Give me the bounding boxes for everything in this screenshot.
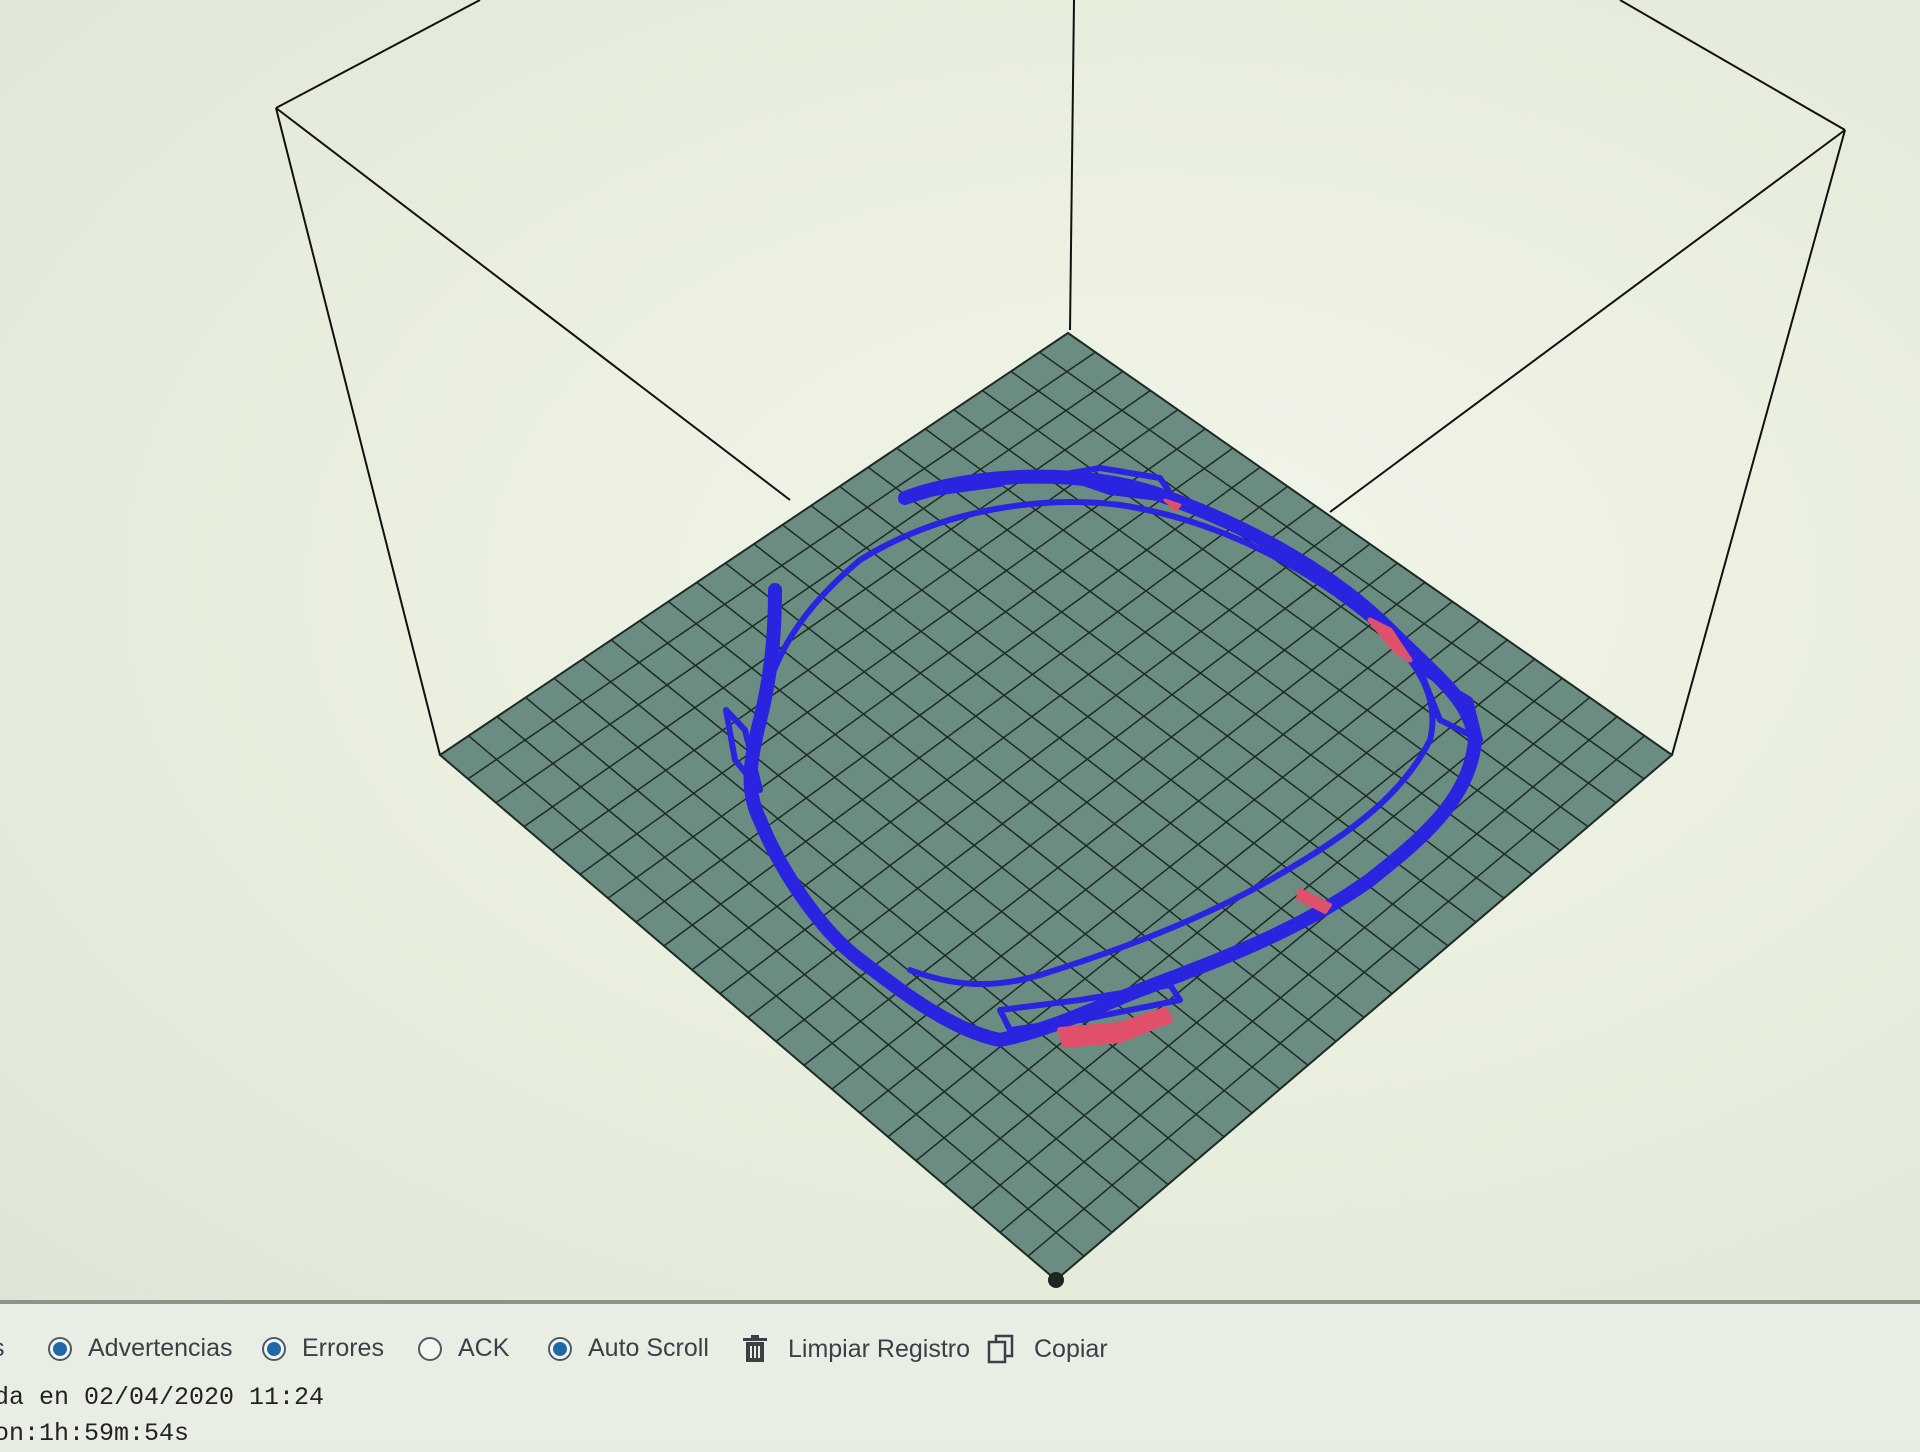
warnings-radio[interactable]: [48, 1336, 72, 1361]
log-line: da en 02/04/2020 11:24: [0, 1383, 325, 1412]
trash-icon: [743, 1335, 767, 1362]
copy-button[interactable]: Copiar: [986, 1334, 1108, 1364]
ack-label: ACK: [458, 1334, 510, 1362]
3d-print-preview-viewport[interactable]: [0, 0, 1920, 1300]
log-line: on:1h:59m:54s: [0, 1419, 190, 1448]
clear-log-label: Limpiar Registro: [788, 1334, 971, 1363]
log-panel: s Advertencias Errores ACK Auto Scroll: [0, 1304, 1920, 1448]
origin-marker: [1048, 1272, 1064, 1288]
clear-log-button[interactable]: Limpiar Registro: [740, 1334, 970, 1364]
ack-radio[interactable]: [418, 1336, 442, 1361]
copy-icon: [987, 1334, 1014, 1364]
errors-label: Errores: [302, 1334, 384, 1362]
toolbar-cut-item: s: [0, 1334, 5, 1363]
autoscroll-toggle[interactable]: Auto Scroll: [548, 1334, 709, 1363]
warnings-toggle[interactable]: Advertencias: [48, 1334, 233, 1363]
autoscroll-radio[interactable]: [548, 1336, 572, 1361]
log-output[interactable]: da en 02/04/2020 11:24 on:1h:59m:54s: [0, 1380, 1920, 1452]
log-toolbar: s Advertencias Errores ACK Auto Scroll: [0, 1324, 1920, 1374]
warnings-label: Advertencias: [88, 1334, 233, 1362]
model-arm-left: [771, 586, 777, 592]
copy-label: Copiar: [1034, 1334, 1108, 1363]
print-volume-scene[interactable]: [0, 0, 1920, 1300]
errors-radio[interactable]: [262, 1336, 286, 1361]
errors-toggle[interactable]: Errores: [262, 1334, 384, 1363]
autoscroll-label: Auto Scroll: [588, 1334, 709, 1362]
ack-toggle[interactable]: ACK: [418, 1334, 509, 1363]
